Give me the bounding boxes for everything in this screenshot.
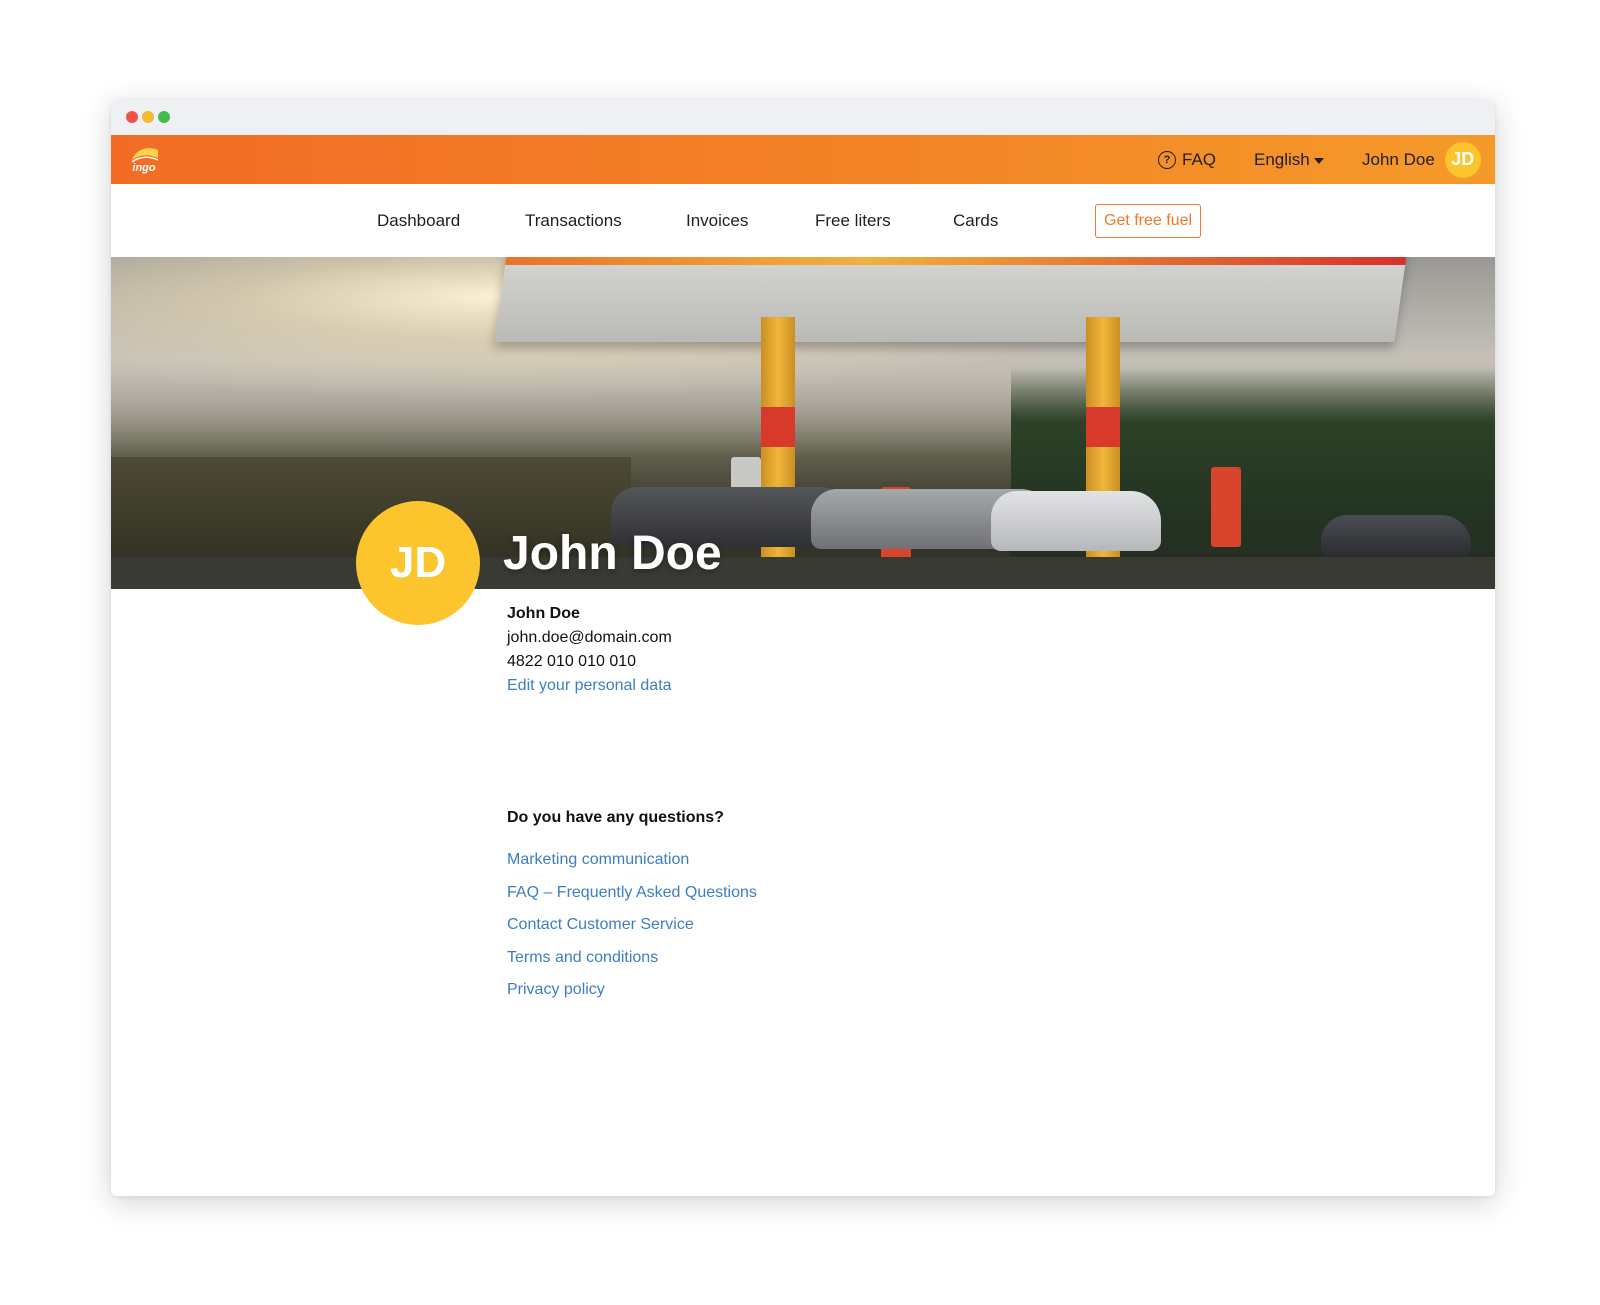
faq-link[interactable]: ? FAQ: [1158, 135, 1216, 184]
caret-down-icon: [1313, 157, 1324, 164]
user-avatar: JD: [1444, 141, 1481, 178]
question-circle-icon: ?: [1158, 150, 1176, 169]
user-name: John Doe: [1362, 149, 1435, 169]
user-menu[interactable]: John Doe JD: [1362, 135, 1481, 184]
nav-invoices[interactable]: Invoices: [686, 184, 748, 257]
nav-cards[interactable]: Cards: [953, 184, 998, 257]
marketing-communication-link[interactable]: Marketing communication: [507, 844, 757, 877]
profile-email: john.doe@domain.com: [507, 629, 672, 646]
contact-customer-service-link[interactable]: Contact Customer Service: [507, 909, 757, 942]
profile-avatar: JD: [356, 501, 480, 625]
browser-window: ingo ? FAQ English John Doe JD Dashboard…: [111, 100, 1495, 1196]
faq-page-link[interactable]: FAQ – Frequently Asked Questions: [507, 877, 757, 910]
questions-title: Do you have any questions?: [507, 809, 724, 826]
nav-free-liters[interactable]: Free liters: [815, 184, 891, 257]
top-bar: ingo ? FAQ English John Doe JD: [111, 135, 1495, 184]
logo-text: ingo: [132, 162, 156, 174]
profile-details: John Doe john.doe@domain.com 4822 010 01…: [507, 602, 672, 698]
profile-name: John Doe: [507, 605, 580, 622]
minimize-window-button[interactable]: [142, 111, 154, 123]
edit-personal-data-link[interactable]: Edit your personal data: [507, 674, 672, 698]
ingo-logo[interactable]: ingo: [128, 144, 160, 176]
privacy-policy-link[interactable]: Privacy policy: [507, 974, 757, 1007]
language-label: English: [1254, 149, 1310, 169]
station-canopy: [494, 257, 1408, 342]
profile-phone: 4822 010 010 010: [507, 653, 637, 670]
hero-banner-image: John Doe: [111, 257, 1495, 589]
questions-section: Do you have any questions? Marketing com…: [507, 809, 757, 1007]
get-free-fuel-button[interactable]: Get free fuel: [1095, 204, 1202, 238]
profile-heading: John Doe: [503, 527, 722, 580]
nav-dashboard[interactable]: Dashboard: [377, 184, 460, 257]
maximize-window-button[interactable]: [158, 111, 170, 123]
window-titlebar: [111, 100, 1495, 135]
terms-and-conditions-link[interactable]: Terms and conditions: [507, 942, 757, 975]
close-window-button[interactable]: [126, 111, 138, 123]
faq-label: FAQ: [1182, 149, 1217, 169]
language-selector[interactable]: English: [1254, 135, 1324, 184]
nav-transactions[interactable]: Transactions: [525, 184, 622, 257]
main-navigation: Dashboard Transactions Invoices Free lit…: [111, 184, 1495, 257]
